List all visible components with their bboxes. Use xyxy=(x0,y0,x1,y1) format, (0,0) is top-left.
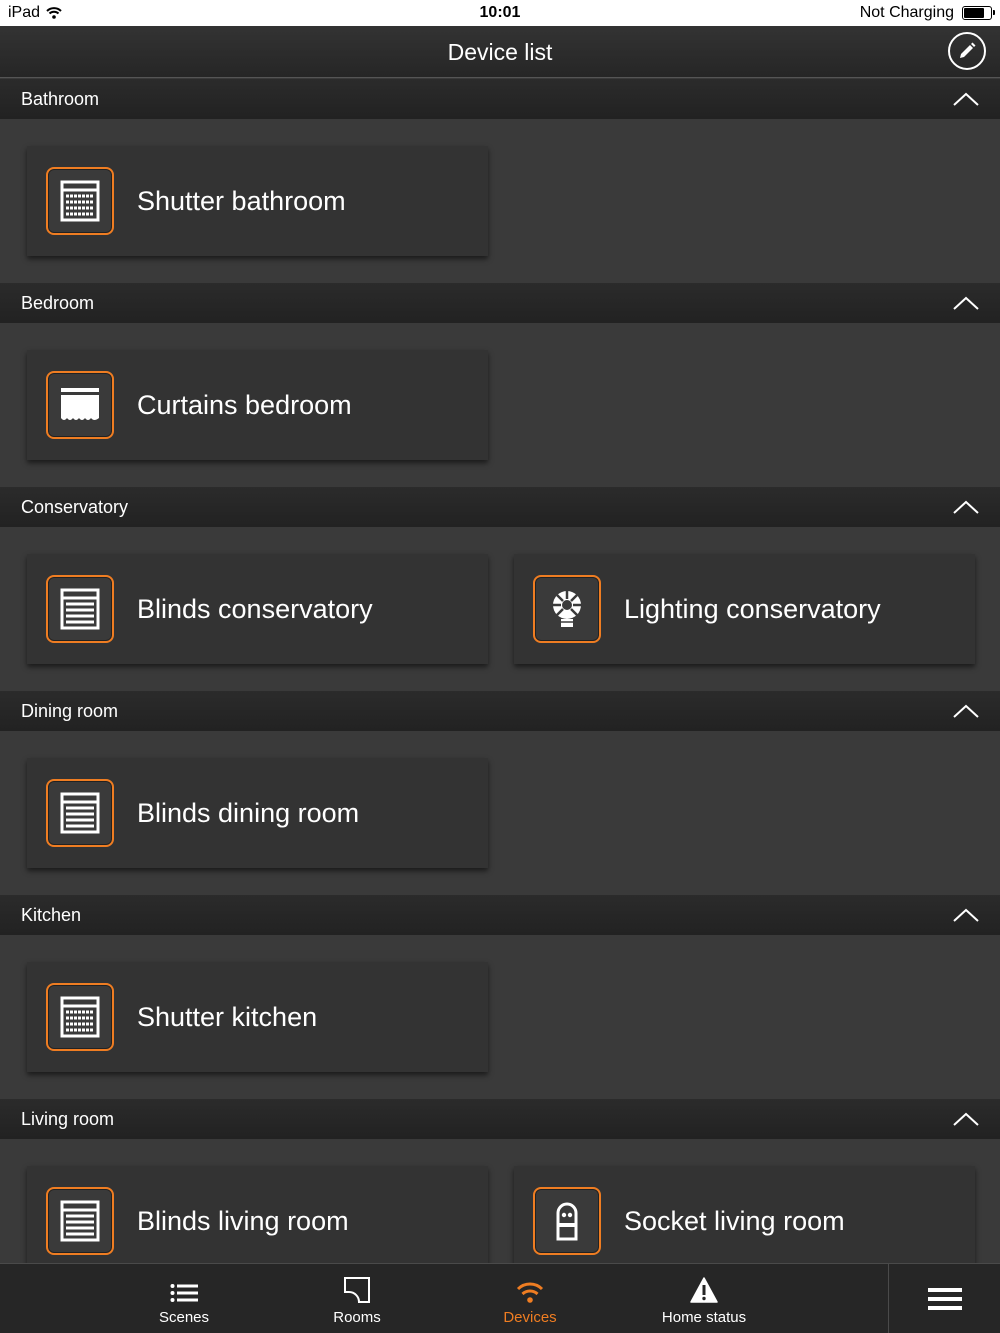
blinds-icon xyxy=(46,1187,114,1255)
chevron-up-icon[interactable] xyxy=(953,907,979,923)
device-tile[interactable]: Blinds dining room xyxy=(27,758,488,868)
section-title: Conservatory xyxy=(21,496,129,517)
status-time: 10:01 xyxy=(479,4,521,21)
section-header-conservatory[interactable]: Conservatory xyxy=(0,487,1000,527)
section-title: Dining room xyxy=(21,700,119,721)
section-header-bathroom[interactable]: Bathroom xyxy=(0,79,1000,119)
section-title: Living room xyxy=(21,1108,115,1129)
section-title: Bathroom xyxy=(21,88,100,109)
warning-icon xyxy=(690,1277,718,1303)
tab-devices[interactable]: Devices xyxy=(470,1264,590,1333)
chevron-up-icon[interactable] xyxy=(953,1111,979,1127)
shutter-icon xyxy=(46,983,114,1051)
menu-button[interactable] xyxy=(888,1264,1000,1333)
blinds-icon xyxy=(46,575,114,643)
tab-label: Rooms xyxy=(333,1309,381,1326)
device-label: Blinds living room xyxy=(137,1205,349,1236)
list-icon xyxy=(170,1284,198,1302)
blinds-icon xyxy=(46,779,114,847)
battery-icon xyxy=(962,6,995,20)
device-label: Shutter kitchen xyxy=(137,1001,318,1032)
tab-rooms[interactable]: Rooms xyxy=(297,1264,417,1333)
charge-indicator: Not Charging xyxy=(859,4,995,22)
chevron-up-icon[interactable] xyxy=(953,499,979,515)
tab-label: Home status xyxy=(661,1309,747,1326)
device-tile[interactable]: Lighting conservatory xyxy=(514,554,975,664)
tab-label: Devices xyxy=(503,1309,557,1326)
device-tile[interactable]: Shutter bathroom xyxy=(27,146,488,256)
charging-label: Not Charging xyxy=(859,4,954,21)
section-body-living-room: Blinds living room Socket living room xyxy=(0,1139,1000,1263)
section-header-bedroom[interactable]: Bedroom xyxy=(0,283,1000,323)
section-header-living-room[interactable]: Living room xyxy=(0,1099,1000,1139)
edit-button[interactable] xyxy=(948,32,986,70)
room-icon xyxy=(344,1277,370,1303)
device-tile[interactable]: Blinds conservatory xyxy=(27,554,488,664)
tab-scenes[interactable]: Scenes xyxy=(124,1264,244,1333)
section-header-kitchen[interactable]: Kitchen xyxy=(0,895,1000,935)
section-body-dining-room: Blinds dining room xyxy=(0,731,1000,895)
section-title: Kitchen xyxy=(21,904,82,925)
wifi-icon xyxy=(516,1282,544,1303)
section-title: Bedroom xyxy=(21,292,95,313)
device-label: Blinds dining room xyxy=(137,797,360,828)
device-label: Shutter bathroom xyxy=(137,185,346,216)
status-bar: iPad 10:01 Not Charging xyxy=(0,0,1000,26)
device-label: Lighting conservatory xyxy=(624,593,881,624)
shutter-icon xyxy=(46,167,114,235)
device-tile[interactable]: Shutter kitchen xyxy=(27,962,488,1072)
device-tile[interactable]: Curtains bedroom xyxy=(27,350,488,460)
device-label: Blinds conservatory xyxy=(137,593,373,624)
hamburger-menu-icon xyxy=(927,1288,962,1310)
tab-label: Scenes xyxy=(158,1309,210,1326)
tab-bar: Scenes Rooms Devices Home status xyxy=(0,1263,1000,1333)
page-title: Device list xyxy=(447,39,553,65)
chevron-up-icon[interactable] xyxy=(953,703,979,719)
device-list[interactable]: Bathroom Shutter bathroom Bedroom Curtai… xyxy=(0,79,1000,1263)
section-body-bedroom: Curtains bedroom xyxy=(0,323,1000,487)
device-label: Socket living room xyxy=(624,1205,845,1236)
navigation-bar: Device list xyxy=(0,26,1000,78)
chevron-up-icon[interactable] xyxy=(953,91,979,107)
device-tile[interactable]: Blinds living room xyxy=(27,1166,488,1263)
tab-home-status[interactable]: Home status xyxy=(644,1264,764,1333)
device-tile[interactable]: Socket living room xyxy=(514,1166,975,1263)
curtains-icon xyxy=(46,371,114,439)
pencil-icon xyxy=(960,42,976,58)
device-label: Curtains bedroom xyxy=(137,389,352,420)
section-header-dining-room[interactable]: Dining room xyxy=(0,691,1000,731)
chevron-up-icon[interactable] xyxy=(953,295,979,311)
light-bulb-icon xyxy=(533,575,601,643)
section-body-conservatory: Blinds conservatory Lighting conservator… xyxy=(0,527,1000,691)
section-body-kitchen: Shutter kitchen xyxy=(0,935,1000,1099)
socket-icon xyxy=(533,1187,601,1255)
section-body-bathroom: Shutter bathroom xyxy=(0,119,1000,283)
